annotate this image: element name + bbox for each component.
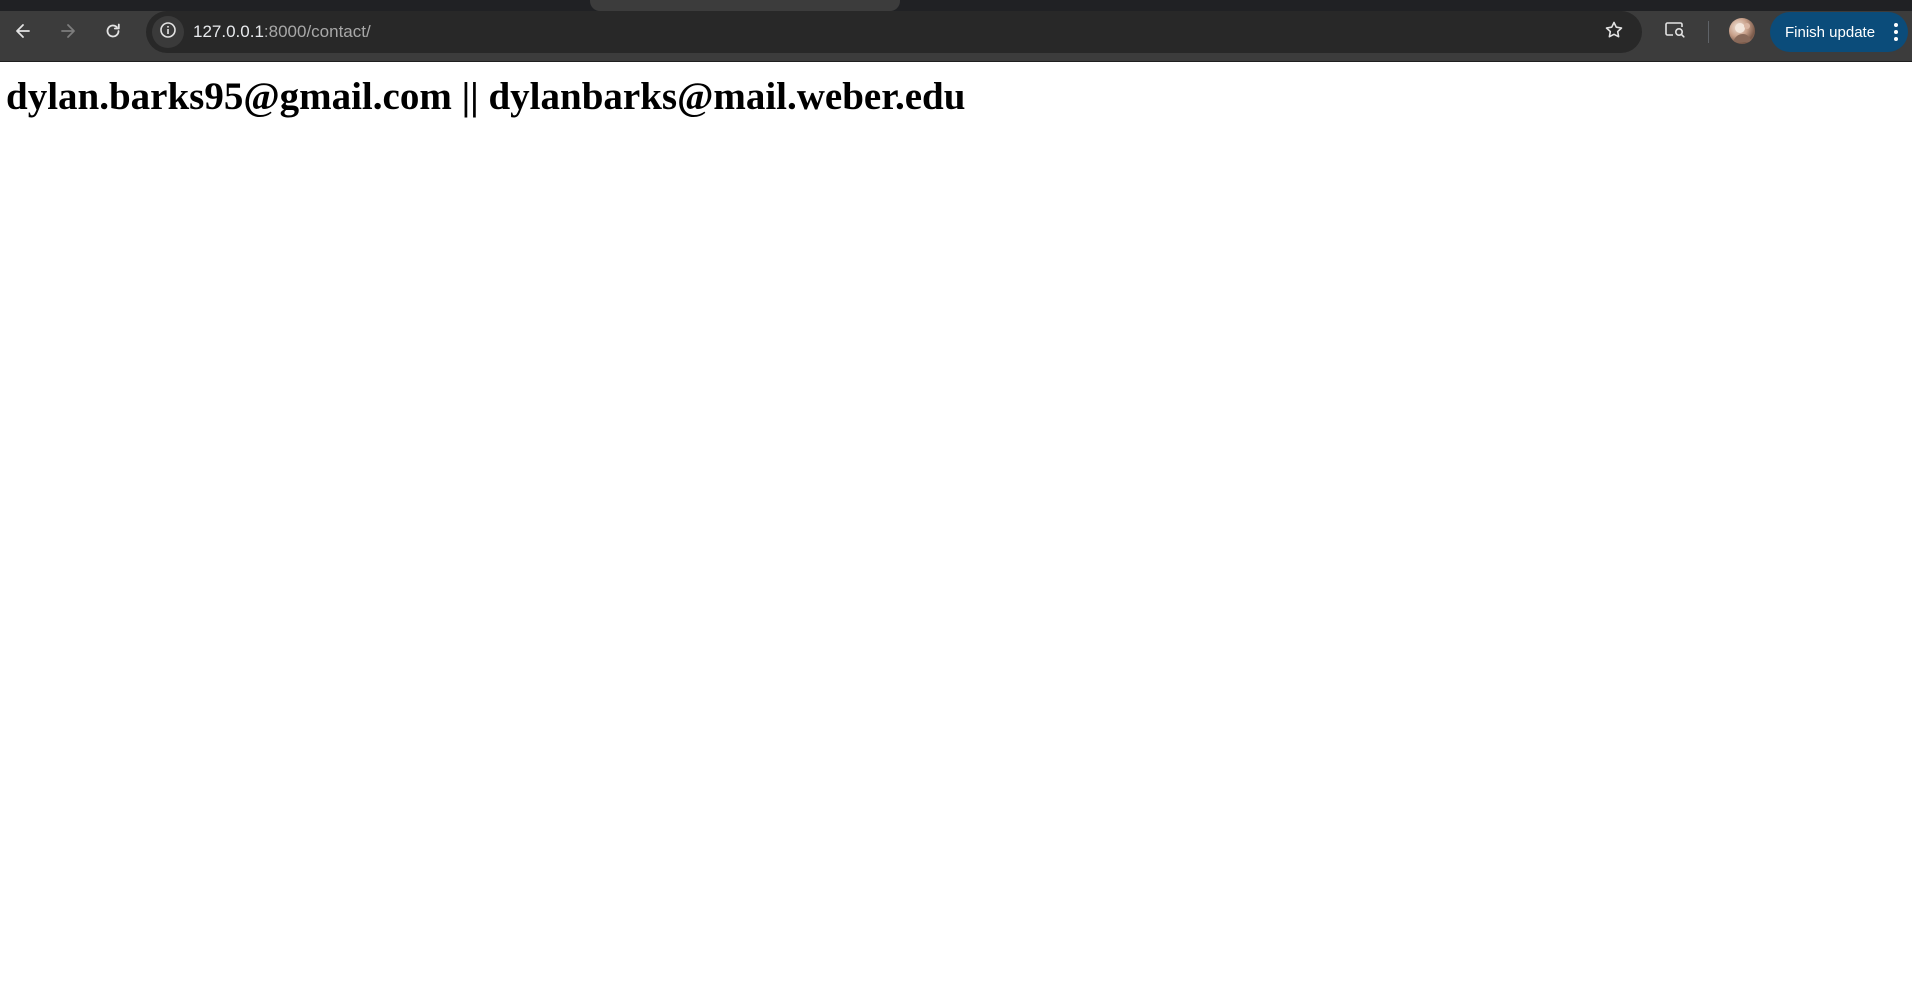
tab-strip [0,0,1912,11]
url-host: 127.0.0.1 [193,22,264,41]
url-path: :8000/contact/ [263,22,371,41]
page-content: dylan.barks95@gmail.com || dylanbarks@ma… [0,62,1912,982]
toolbar-divider [1708,21,1709,43]
star-icon [1604,20,1624,45]
reload-icon [103,21,123,41]
reload-button[interactable] [97,15,129,47]
finish-update-label: Finish update [1785,23,1876,41]
bookmark-button[interactable] [1598,16,1630,48]
url-text[interactable]: 127.0.0.1:8000/contact/ [193,11,371,53]
browser-toolbar: 127.0.0.1:8000/contact/ Finish update [0,0,1912,62]
tab-search-button[interactable] [1659,15,1691,47]
site-info-button[interactable] [152,16,184,48]
tab-search-icon [1664,19,1686,44]
back-button[interactable] [7,15,39,47]
arrow-left-icon [13,21,33,41]
address-bar[interactable]: 127.0.0.1:8000/contact/ [146,11,1642,53]
finish-update-button[interactable]: Finish update [1770,12,1908,52]
avatar[interactable] [1729,18,1755,44]
arrow-right-icon [58,21,78,41]
active-tab[interactable] [590,0,900,11]
info-icon [159,21,177,44]
forward-button[interactable] [52,15,84,47]
kebab-menu-icon[interactable] [1894,23,1898,41]
page-heading: dylan.barks95@gmail.com || dylanbarks@ma… [6,75,966,118]
